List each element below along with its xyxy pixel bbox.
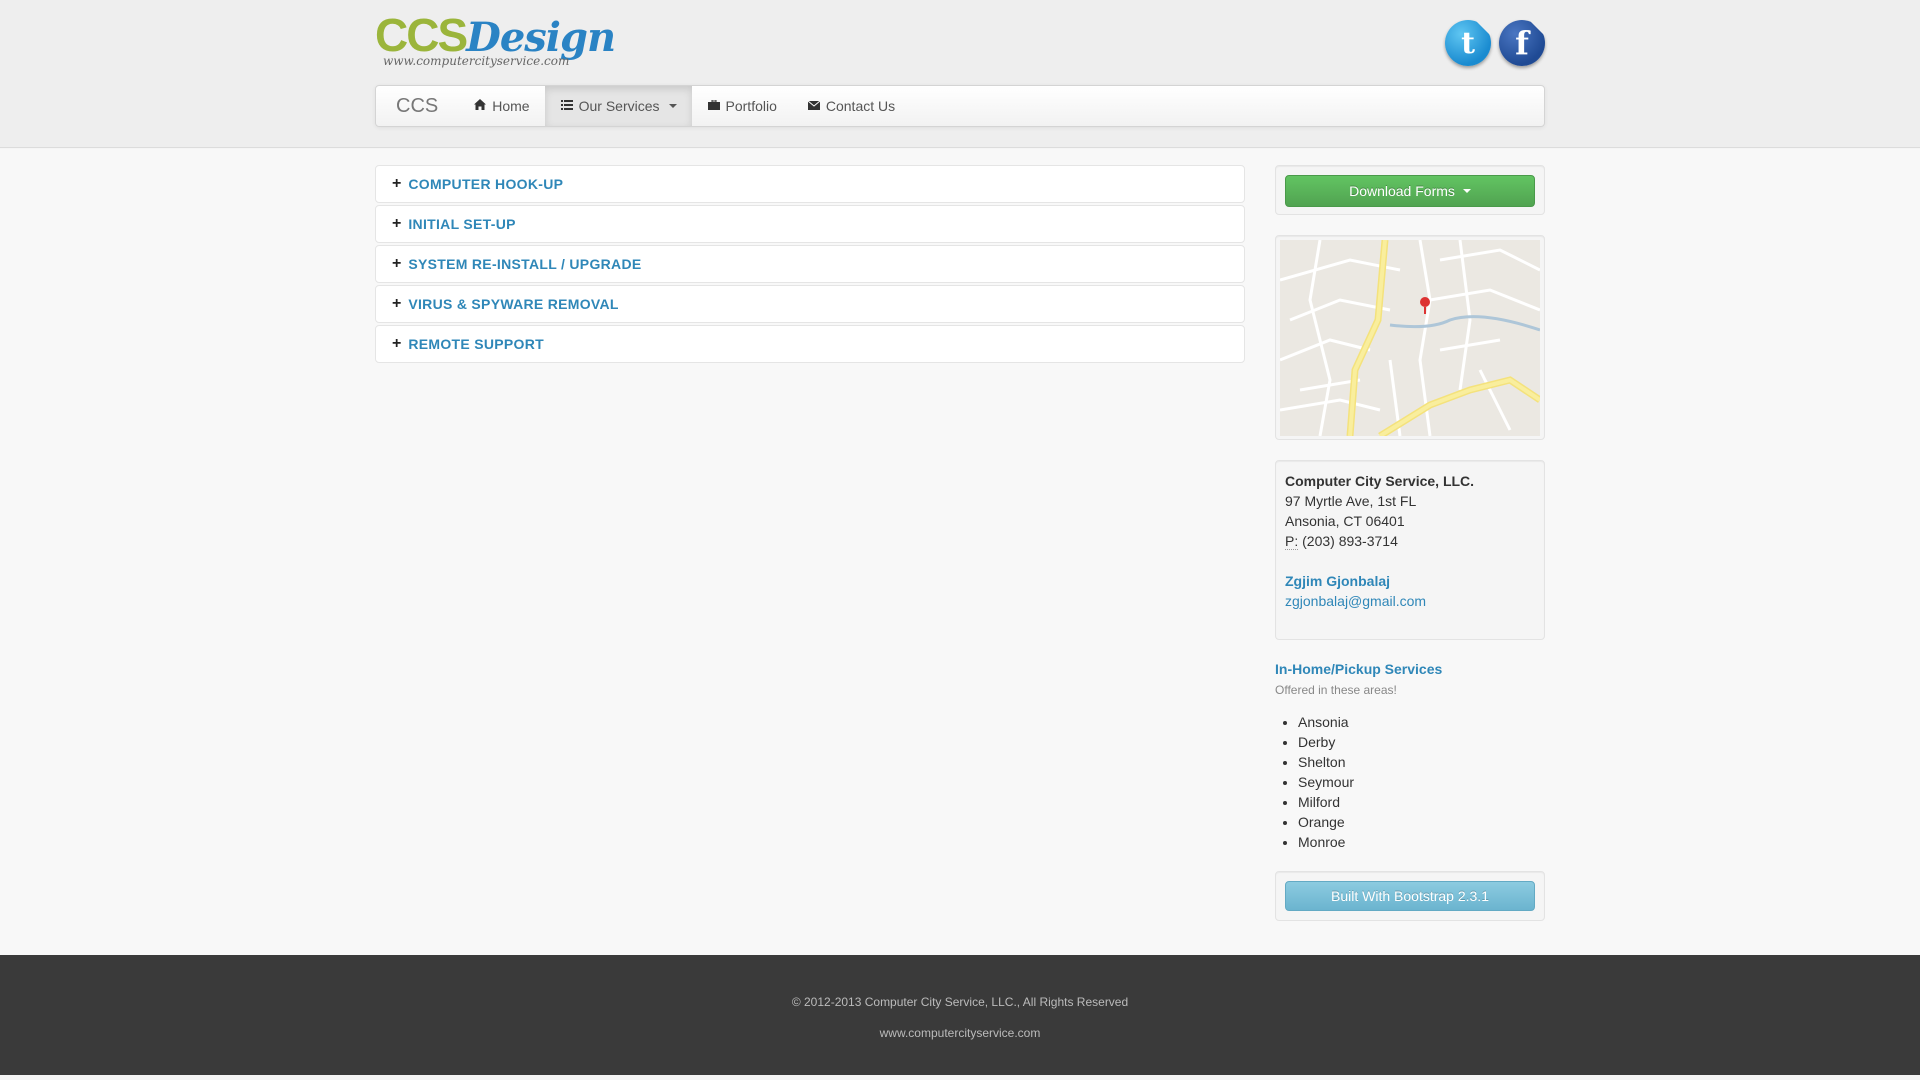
twitter-glyph: t (1461, 25, 1475, 61)
home-icon (473, 99, 487, 113)
nav-label-contact-us: Contact Us (825, 98, 896, 114)
footer-copyright: © 2012-2013 Computer City Service, LLC.,… (791, 995, 1129, 1009)
accordion-item-initial-set-up[interactable]: + INITIAL SET-UP (375, 205, 1245, 243)
list-item: Shelton (1298, 752, 1354, 772)
nav-item-home[interactable]: Home (458, 86, 544, 126)
accordion-title[interactable]: COMPUTER HOOK-UP (408, 176, 563, 192)
accordion-item-system-reinstall[interactable]: + SYSTEM RE-INSTALL / UPGRADE (375, 245, 1245, 283)
areas-list: Ansonia Derby Shelton Seymour Milford Or… (1298, 712, 1354, 852)
plus-icon: + (392, 255, 402, 272)
envelope-icon (807, 99, 821, 113)
areas-subtitle: Offered in these areas! (1275, 683, 1397, 697)
built-with-bootstrap-button[interactable]: Built With Bootstrap 2.3.1 (1285, 881, 1535, 911)
accordion-title[interactable]: SYSTEM RE-INSTALL / UPGRADE (408, 256, 641, 272)
list-item: Milford (1298, 792, 1354, 812)
list-item: Ansonia (1298, 712, 1354, 732)
accordion-item-virus-spyware-removal[interactable]: + VIRUS & SPYWARE REMOVAL (375, 285, 1245, 323)
phone-line: P: (203) 893-3714 (1285, 531, 1535, 551)
main-navbar: CCS Home Our Services Portfolio Contact … (375, 85, 1545, 127)
accordion-title[interactable]: VIRUS & SPYWARE REMOVAL (408, 296, 618, 312)
contact-email-link[interactable]: zgjonbalaj@gmail.com (1285, 591, 1535, 611)
page-footer: © 2012-2013 Computer City Service, LLC.,… (0, 955, 1920, 1075)
facebook-icon[interactable]: f (1499, 20, 1545, 66)
site-logo[interactable]: CCSDesign www.computercityservice.com (375, 10, 616, 74)
facebook-glyph: f (1515, 24, 1529, 62)
services-accordion: + COMPUTER HOOK-UP + INITIAL SET-UP + SY… (375, 165, 1245, 365)
download-forms-well: Download Forms (1275, 165, 1545, 215)
plus-icon: + (392, 295, 402, 312)
map-well (1275, 235, 1545, 440)
chevron-down-icon (668, 104, 677, 108)
accordion-item-remote-support[interactable]: + REMOTE SUPPORT (375, 325, 1245, 363)
bootstrap-well: Built With Bootstrap 2.3.1 (1275, 871, 1545, 921)
download-forms-label: Download Forms (1349, 183, 1455, 199)
navbar-brand[interactable]: CCS (376, 86, 458, 126)
accordion-item-computer-hook-up[interactable]: + COMPUTER HOOK-UP (375, 165, 1245, 203)
twitter-icon[interactable]: t (1445, 20, 1491, 66)
logo-url: www.computercityservice.com (383, 54, 570, 68)
plus-icon: + (392, 335, 402, 352)
chevron-down-icon (1462, 189, 1471, 193)
nav-item-our-services[interactable]: Our Services (544, 86, 692, 126)
list-item: Derby (1298, 732, 1354, 752)
list-item: Seymour (1298, 772, 1354, 792)
address-line-1: 97 Myrtle Ave, 1st FL (1285, 493, 1417, 509)
areas-title: In-Home/Pickup Services (1275, 661, 1443, 677)
list-item: Monroe (1298, 832, 1354, 852)
contact-well: Computer City Service, LLC. 97 Myrtle Av… (1275, 460, 1545, 640)
download-forms-button[interactable]: Download Forms (1285, 175, 1535, 207)
list-icon (560, 99, 574, 113)
nav-label-portfolio: Portfolio (725, 98, 777, 114)
address-line-2: Ansonia, CT 06401 (1285, 513, 1405, 529)
plus-icon: + (392, 215, 402, 232)
contact-person: Zgjim Gjonbalaj (1285, 573, 1391, 589)
briefcase-icon (707, 99, 721, 113)
phone-number: (203) 893-3714 (1302, 533, 1398, 549)
list-item: Orange (1298, 812, 1354, 832)
nav-label-our-services: Our Services (578, 98, 660, 114)
nav-item-portfolio[interactable]: Portfolio (692, 86, 792, 126)
nav-item-contact-us[interactable]: Contact Us (792, 86, 910, 126)
accordion-title[interactable]: INITIAL SET-UP (408, 216, 515, 232)
company-name: Computer City Service, LLC. (1285, 473, 1475, 489)
location-map[interactable] (1280, 240, 1540, 436)
nav-label-home: Home (492, 98, 530, 114)
phone-abbr: P: (1285, 533, 1299, 550)
accordion-title[interactable]: REMOTE SUPPORT (408, 336, 544, 352)
plus-icon: + (392, 175, 402, 192)
footer-url[interactable]: www.computercityservice.com (0, 1026, 1920, 1040)
